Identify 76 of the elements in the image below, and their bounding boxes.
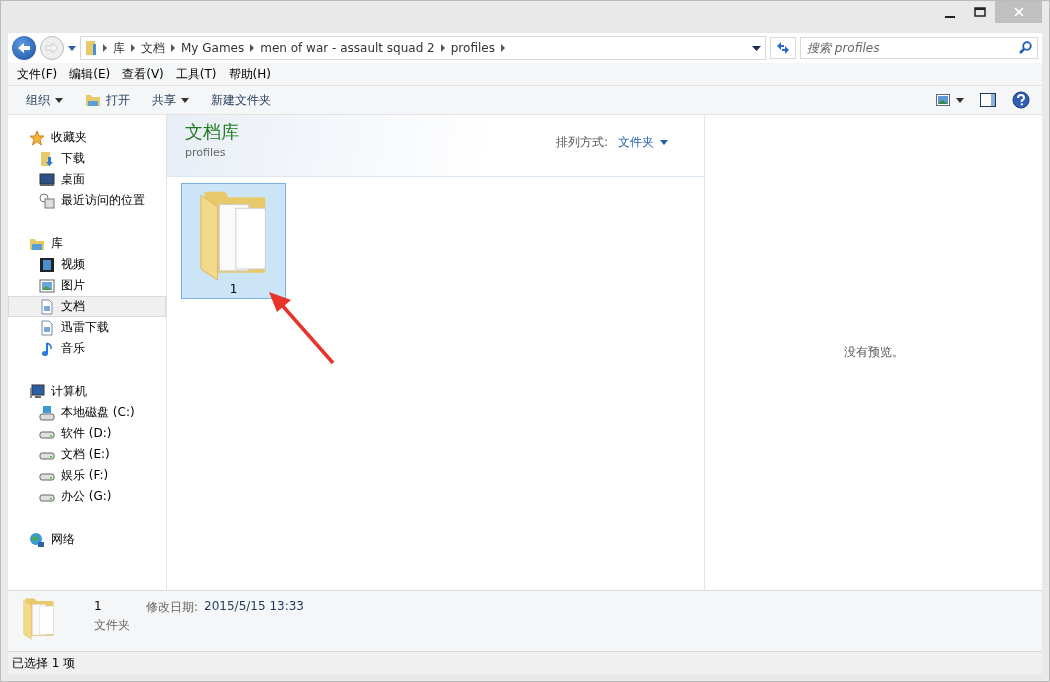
sidebar-item[interactable]: 本地磁盘 (C:) [8,402,166,423]
menu-item[interactable]: 工具(T) [170,63,222,85]
computer-icon [29,383,45,400]
picture-icon [39,277,55,294]
minimize-icon [945,16,955,18]
toolbar-button[interactable]: 组织 [18,88,71,112]
star-icon [29,129,45,146]
history-dropdown-icon[interactable] [68,45,76,51]
menu-item[interactable]: 查看(V) [117,63,169,85]
sidebar-item[interactable]: 下载 [8,148,166,169]
modified-label: 修改日期: [146,599,199,616]
back-button[interactable] [12,36,36,60]
file-type: 文件夹 [94,617,130,634]
status-text: 已选择 1 项 [12,654,76,672]
help-button[interactable] [1010,89,1032,111]
refresh-button[interactable] [770,37,796,59]
menu-item[interactable]: 文件(F) [12,63,63,85]
help-icon [1012,91,1030,109]
library-subtitle: profiles [185,146,227,159]
folder-icon [85,93,101,107]
menu-item[interactable]: 帮助(H) [223,63,276,85]
sidebar-item[interactable]: 网络 [8,529,166,550]
sidebar-item[interactable]: 文档 (E:) [8,444,166,465]
toolbar-button[interactable]: 打开 [77,88,138,112]
view-options-button[interactable] [934,92,966,108]
sort-label: 排列方式: [555,134,608,151]
search-icon[interactable] [1019,41,1032,54]
toolbar-button[interactable]: 共享 [144,88,197,112]
folder-icon [22,595,56,641]
close-icon [1013,7,1024,17]
dropdown-icon[interactable] [752,45,761,51]
breadcrumb[interactable]: profiles [450,41,495,55]
sidebar-item[interactable]: 视频 [8,254,166,275]
folder-tile[interactable]: 1 [181,183,286,299]
desktop-icon [39,171,55,188]
address-bar[interactable]: 库 文档 My Games men of war - assault squad 2 profiles [80,36,766,60]
sidebar-item[interactable]: 收藏夹 [8,127,166,148]
refresh-icon [775,41,791,55]
arrow-right-icon [45,42,59,54]
document-icon [39,319,55,336]
sidebar-item[interactable]: 图片 [8,275,166,296]
sidebar-item[interactable]: 办公 (G:) [8,486,166,507]
pane-icon [980,93,996,107]
document-icon [39,298,55,315]
arrow-left-icon [17,42,31,54]
menu-item[interactable]: 编辑(E) [64,63,116,85]
breadcrumb[interactable]: 文档 [141,39,165,57]
sidebar-item[interactable]: 软件 (D:) [8,423,166,444]
breadcrumb[interactable]: My Games [181,41,245,55]
preview-pane-button[interactable] [978,91,998,109]
sidebar-item[interactable]: 计算机 [8,381,166,402]
recent-icon [39,192,55,209]
search-field[interactable]: 搜索 profiles [800,37,1038,59]
video-icon [39,256,55,273]
sidebar-item[interactable]: 文档 [8,296,166,317]
network-icon [29,531,45,548]
no-preview-text: 没有预览。 [843,344,904,361]
toolbar-button[interactable]: 新建文件夹 [203,88,279,112]
system-drive-icon [39,404,55,421]
file-name: 1 [94,599,103,613]
sidebar-item[interactable]: 桌面 [8,169,166,190]
sidebar-item[interactable]: 迅雷下载 [8,317,166,338]
modified-date: 2015/5/15 13:33 [204,599,304,615]
library-title: 文档库 [185,120,239,144]
sidebar-item[interactable]: 音乐 [8,338,166,359]
sidebar-item[interactable]: 库 [8,233,166,254]
folder-icon [85,40,97,56]
sidebar-item[interactable]: 最近访问的位置 [8,190,166,211]
sort-dropdown[interactable]: 文件夹 [618,134,668,151]
maximize-icon [974,7,986,17]
download-folder-icon [39,150,55,167]
music-icon [39,340,55,357]
sidebar-item[interactable]: 娱乐 (F:) [8,465,166,486]
breadcrumb[interactable]: 库 [113,39,125,57]
breadcrumb[interactable]: men of war - assault squad 2 [260,41,435,55]
picture-icon [936,94,950,106]
